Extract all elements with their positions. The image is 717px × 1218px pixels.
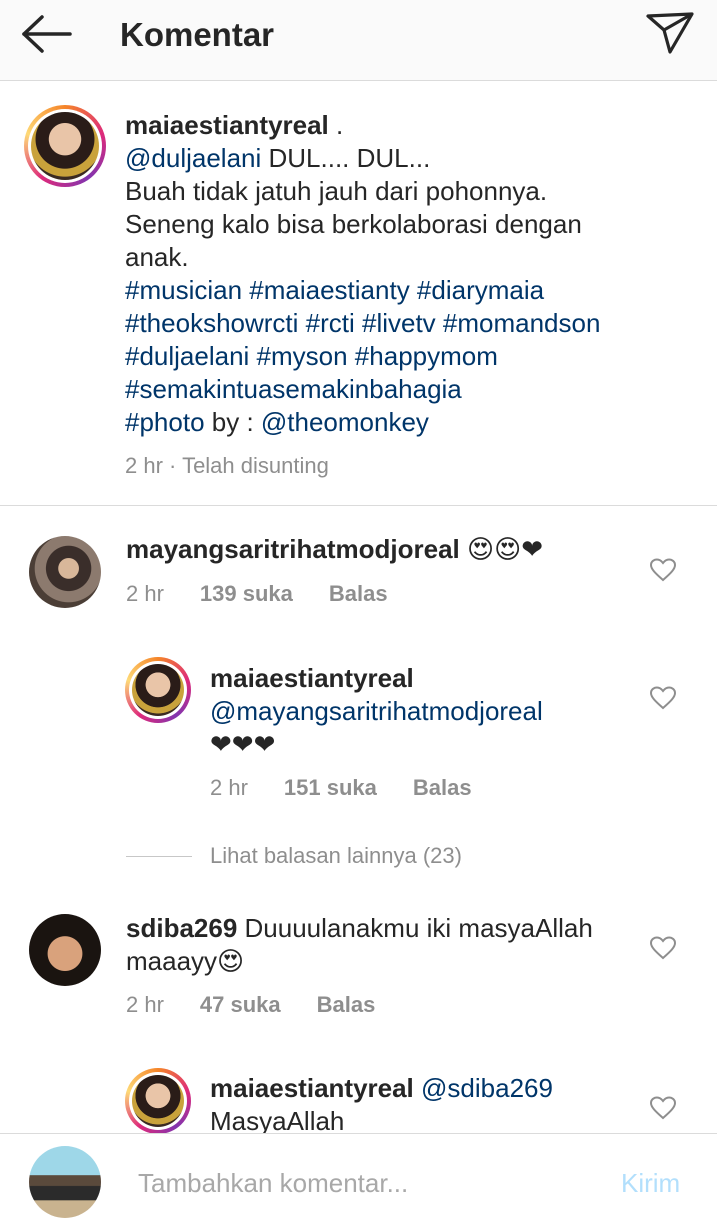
- comment-composer: Tambahkan komentar... Kirim: [0, 1133, 717, 1218]
- page-title: Komentar: [120, 16, 275, 53]
- emoji: 😍😍: [467, 534, 522, 564]
- reply-body: maiaestiantyreal @mayangsaritrihatmodjor…: [210, 662, 630, 761]
- comment-username[interactable]: maiaestiantyreal: [210, 662, 630, 695]
- like-heart-icon[interactable]: [650, 1096, 676, 1120]
- comment-body: sdiba269 Duuuulanakmu iki masyaAllah maa…: [126, 913, 593, 976]
- heart-emoji: ❤: [521, 534, 544, 564]
- avatar[interactable]: [24, 105, 106, 187]
- divider: [0, 505, 717, 506]
- hashtag-line[interactable]: #semakintuasemakinbahagia: [125, 373, 685, 406]
- hashtag-line[interactable]: #theokshowrcti #rcti #livetv #momandson: [125, 307, 685, 340]
- caption-line: Seneng kalo bisa berkolaborasi dengan: [125, 209, 582, 239]
- comment-input[interactable]: Tambahkan komentar...: [138, 1168, 408, 1199]
- mention-link[interactable]: @mayangsaritrihatmodjoreal: [210, 695, 630, 728]
- hashtag-link[interactable]: #photo: [125, 407, 205, 437]
- caption-timestamp: 2 hr · Telah disunting: [125, 453, 329, 478]
- mention-link[interactable]: @theomonkey: [261, 407, 429, 437]
- like-heart-icon[interactable]: [650, 936, 676, 960]
- emoji: 😍: [217, 946, 245, 976]
- reply-button[interactable]: Balas: [329, 581, 388, 606]
- view-more-replies[interactable]: Lihat balasan lainnya (23): [126, 843, 462, 869]
- post-comment-button[interactable]: Kirim: [621, 1168, 680, 1199]
- arrow-left-icon[interactable]: [20, 14, 74, 54]
- avatar[interactable]: [29, 914, 101, 986]
- reply-button[interactable]: Balas: [413, 775, 472, 800]
- heart-emoji: ❤❤❤: [210, 729, 276, 759]
- divider: [126, 855, 192, 857]
- comment-username[interactable]: sdiba269: [126, 913, 237, 943]
- avatar[interactable]: [125, 1068, 191, 1133]
- like-heart-icon[interactable]: [650, 686, 676, 710]
- caption-username[interactable]: maiaestiantyreal: [125, 110, 329, 140]
- comment-username[interactable]: maiaestiantyreal: [210, 1073, 414, 1103]
- caption-line: Buah tidak jatuh jauh dari pohonnya.: [125, 176, 548, 206]
- comment-meta: 2 hr 47 suka Balas: [126, 992, 411, 1018]
- reply-button[interactable]: Balas: [317, 992, 376, 1017]
- reply-body: maiaestiantyreal @sdiba269 MasyaAllah: [210, 1073, 553, 1133]
- avatar: [29, 1146, 101, 1218]
- paper-plane-icon[interactable]: [644, 10, 696, 56]
- mention-link[interactable]: @duljaelani: [125, 143, 261, 173]
- caption-line: anak.: [125, 242, 189, 272]
- comment-time: 2 hr: [210, 775, 248, 800]
- like-count[interactable]: 139 suka: [200, 581, 293, 606]
- avatar[interactable]: [125, 657, 191, 723]
- comment-username[interactable]: mayangsaritrihatmodjoreal: [126, 534, 460, 564]
- like-heart-icon[interactable]: [650, 558, 676, 582]
- comment-meta: 2 hr 151 suka Balas: [210, 775, 508, 801]
- comment-meta: 2 hr 139 suka Balas: [126, 581, 424, 607]
- comments-list[interactable]: maiaestiantyreal . @duljaelani DUL.... D…: [0, 81, 717, 1133]
- comment-time: 2 hr: [126, 992, 164, 1017]
- hashtag-line[interactable]: #duljaelani #myson #happymom: [125, 340, 685, 373]
- like-count[interactable]: 151 suka: [284, 775, 377, 800]
- like-count[interactable]: 47 suka: [200, 992, 281, 1017]
- post-caption: maiaestiantyreal . @duljaelani DUL.... D…: [125, 109, 685, 439]
- hashtag-line[interactable]: #musician #maiaestianty #diarymaia: [125, 274, 685, 307]
- top-bar: Komentar: [0, 0, 717, 81]
- comment-time: 2 hr: [126, 581, 164, 606]
- comment-body: mayangsaritrihatmodjoreal 😍😍❤: [126, 533, 543, 566]
- mention-link[interactable]: @sdiba269: [421, 1073, 553, 1103]
- avatar[interactable]: [29, 536, 101, 608]
